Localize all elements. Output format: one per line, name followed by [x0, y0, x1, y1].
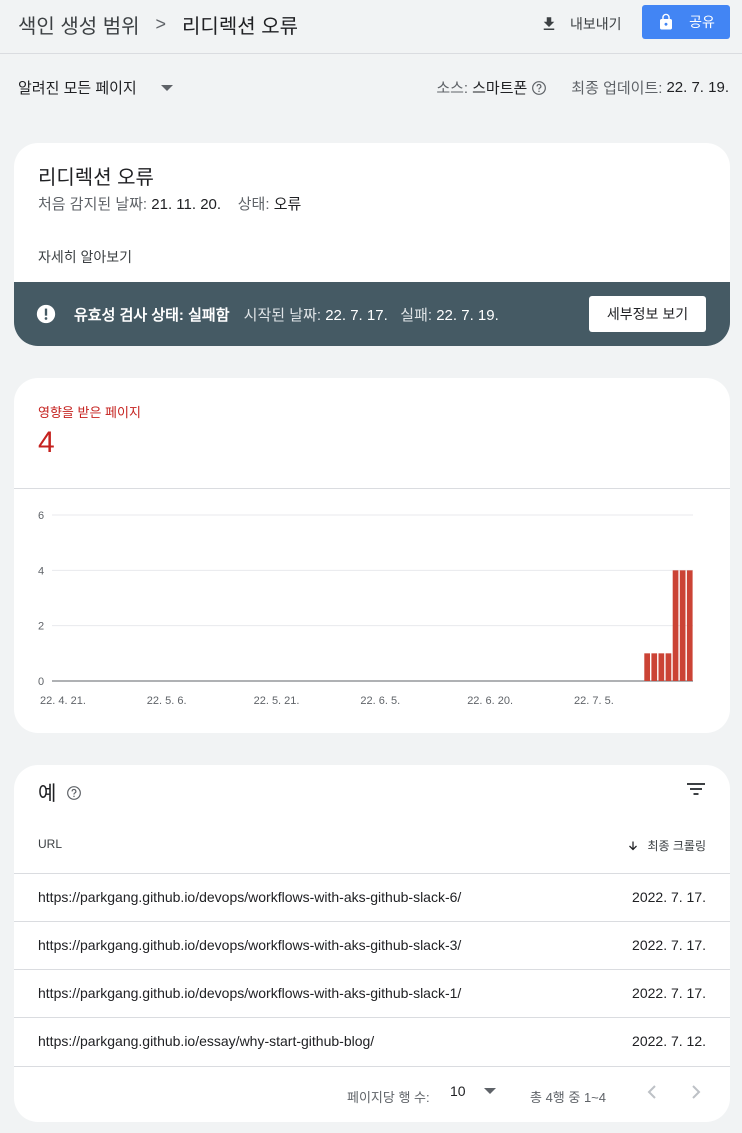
validation-title: 유효성 검사 상태: 실패함	[74, 307, 230, 324]
chart-bar	[679, 570, 686, 681]
row-date: 2022. 7. 17.	[632, 889, 706, 905]
validation-text: 유효성 검사 상태: 실패함 시작된 날짜: 22. 7. 17. 실패: 22…	[74, 304, 499, 325]
chart-bar	[644, 653, 650, 681]
row-date: 2022. 7. 17.	[632, 937, 706, 953]
issue-card: 리디렉션 오류 처음 감지된 날짜: 21. 11. 20. 상태: 오류 자세…	[14, 143, 730, 346]
row-date: 2022. 7. 17.	[632, 985, 706, 1001]
page-filter-label: 알려진 모든 페이지	[18, 80, 137, 97]
breadcrumb: 색인 생성 범위 > 리디렉션 오류	[18, 10, 298, 39]
download-icon	[543, 17, 555, 30]
filter-bar: 알려진 모든 페이지 소스: 스마트폰 최종 업데이트: 22. 7. 19.	[0, 72, 742, 104]
dropdown-arrow-icon	[483, 1088, 496, 1094]
row-url: https://parkgang.github.io/essay/why-sta…	[38, 1033, 375, 1049]
share-label: 공유	[689, 14, 715, 30]
table-row[interactable]: https://parkgang.github.io/essay/why-sta…	[14, 1017, 730, 1065]
table-row[interactable]: https://parkgang.github.io/devops/workfl…	[14, 921, 730, 969]
breadcrumb-parent-link[interactable]: 색인 생성 범위	[18, 10, 140, 39]
column-header-last-crawled[interactable]: 최종 크롤링	[627, 837, 706, 854]
page-filter-dropdown[interactable]: 알려진 모든 페이지	[18, 77, 173, 98]
help-icon[interactable]	[66, 785, 82, 801]
first-detected-value: 21. 11. 20.	[151, 196, 222, 213]
page-range-label: 총 4행 중 1~4	[530, 1090, 606, 1105]
x-tick-label: 22. 6. 20.	[467, 695, 513, 707]
rows-per-page-value: 10	[450, 1083, 466, 1099]
chevron-left-icon[interactable]	[646, 1084, 658, 1100]
share-button[interactable]: 공유	[642, 5, 730, 39]
row-url: https://parkgang.github.io/devops/workfl…	[38, 889, 462, 905]
y-tick-label: 0	[38, 676, 44, 688]
affected-pages-chart: 0 2 4 6 22. 4. 21. 22. 5. 6. 22. 5. 21. 22. 6. …	[38, 510, 693, 707]
issue-summary: 처음 감지된 날짜: 21. 11. 20. 상태: 오류	[38, 193, 301, 214]
last-updated-value: 22. 7. 19.	[666, 79, 729, 96]
y-tick-label: 4	[38, 565, 44, 577]
rows-per-page-label: 페이지당 행 수:	[347, 1090, 430, 1105]
chart-bar	[651, 653, 658, 681]
status-value: 오류	[273, 196, 302, 213]
affected-pages-card: 영향을 받은 페이지 4 0 2 4 6 22. 4. 21. 22. 5. 6. 22. …	[14, 378, 730, 733]
table-row[interactable]: https://parkgang.github.io/devops/workfl…	[14, 969, 730, 1017]
filter-icon[interactable]	[686, 781, 706, 797]
issue-title: 리디렉션 오류	[38, 167, 154, 189]
see-details-button[interactable]: 세부정보 보기	[589, 296, 706, 332]
row-url: https://parkgang.github.io/devops/workfl…	[38, 985, 462, 1001]
started-label: 시작된 날짜:	[243, 307, 322, 324]
status-label: 상태:	[237, 196, 270, 213]
dropdown-arrow-icon	[160, 84, 173, 91]
affected-pages-count: 4	[38, 426, 55, 459]
top-bar: 색인 생성 범위 > 리디렉션 오류 내보내기 공유	[0, 0, 742, 54]
examples-title-text: 예	[38, 783, 57, 805]
chevron-right-icon: >	[155, 14, 167, 34]
examples-card: 예 URL 최종 크롤링 https://parkgang.github.io/…	[14, 765, 730, 1122]
row-url: https://parkgang.github.io/devops/workfl…	[38, 937, 462, 953]
failed-label: 실패:	[400, 307, 433, 324]
lock-icon	[660, 13, 673, 30]
source-value: 스마트폰	[472, 80, 528, 97]
row-date: 2022. 7. 12.	[632, 1033, 706, 1049]
filter-meta: 소스: 스마트폰 최종 업데이트: 22. 7. 19.	[436, 77, 729, 98]
x-tick-label: 22. 5. 21.	[254, 695, 300, 707]
pagination: 페이지당 행 수: 10 총 4행 중 1~4	[14, 1066, 730, 1122]
examples-title: 예	[38, 777, 82, 806]
validation-banner: 유효성 검사 상태: 실패함 시작된 날짜: 22. 7. 17. 실패: 22…	[14, 282, 730, 346]
x-tick-label: 22. 5. 6.	[147, 695, 187, 707]
failed-value: 22. 7. 19.	[436, 307, 499, 324]
page-title: 리디렉션 오류	[182, 16, 298, 38]
arrow-down-icon	[629, 841, 638, 850]
learn-more-link[interactable]: 자세히 알아보기	[38, 247, 132, 267]
chart-bar	[665, 653, 672, 681]
source-label: 소스:	[436, 80, 469, 97]
x-tick-label: 22. 4. 21.	[40, 695, 86, 707]
chevron-right-icon[interactable]	[690, 1084, 702, 1100]
export-button[interactable]: 내보내기	[540, 8, 622, 40]
last-updated-label: 최종 업데이트:	[571, 80, 663, 97]
chart-bar	[686, 570, 693, 681]
chart-bar	[658, 653, 665, 681]
last-crawled-label: 최종 크롤링	[647, 839, 706, 853]
x-tick-label: 22. 7. 5.	[574, 695, 614, 707]
chart-bar	[672, 570, 679, 681]
y-tick-label: 2	[38, 621, 44, 633]
error-icon	[36, 304, 56, 324]
affected-pages-label: 영향을 받은 페이지	[38, 405, 141, 420]
first-detected-label: 처음 감지된 날짜:	[38, 196, 148, 213]
rows-per-page-select[interactable]: 10	[450, 1083, 496, 1099]
started-value: 22. 7. 17.	[325, 307, 388, 324]
table-row[interactable]: https://parkgang.github.io/devops/workfl…	[14, 873, 730, 921]
column-header-url: URL	[38, 837, 63, 851]
export-label: 내보내기	[570, 16, 622, 32]
y-tick-label: 6	[38, 510, 44, 522]
help-icon[interactable]	[531, 80, 547, 96]
x-tick-label: 22. 6. 5.	[360, 695, 400, 707]
